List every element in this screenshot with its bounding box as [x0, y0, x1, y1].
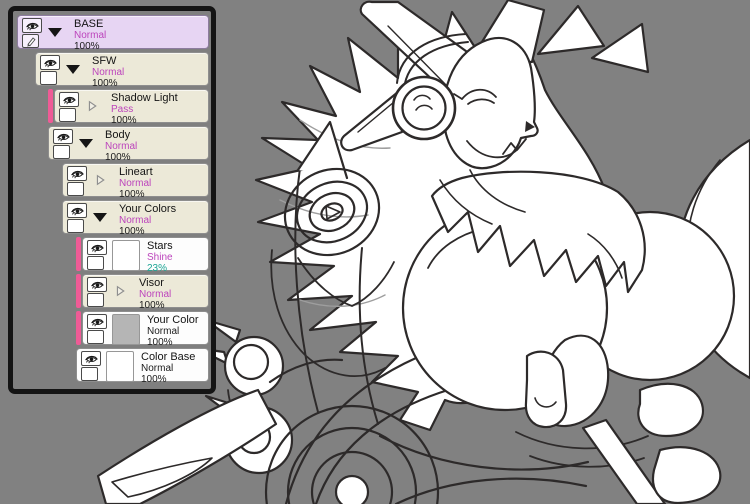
layer-thumbnail[interactable]	[112, 314, 140, 345]
mask-box[interactable]	[53, 145, 70, 159]
layer-blend-mode: Normal	[119, 215, 152, 226]
mask-box[interactable]	[67, 219, 84, 233]
mask-box[interactable]	[81, 367, 98, 381]
layer-blend-mode: Normal	[141, 363, 174, 374]
layer-row-base[interactable]: BASE Normal 100%	[17, 15, 211, 52]
mask-box[interactable]	[87, 330, 104, 344]
collapse-triangle-icon[interactable]	[83, 100, 101, 112]
collapse-triangle-icon[interactable]	[91, 174, 109, 186]
layer-opacity: 100%	[139, 300, 165, 311]
layer-name: Your Colors	[119, 203, 177, 215]
layer-name: Stars	[147, 240, 173, 252]
layer-opacity: 100%	[92, 78, 118, 89]
layer-row-your-colors[interactable]: Your Colors Normal 100%	[62, 200, 211, 237]
expand-triangle-icon[interactable]	[91, 212, 109, 222]
visibility-eye-icon[interactable]	[87, 240, 107, 255]
layer-row-shadow-light[interactable]: Shadow Light Pass 100%	[48, 89, 211, 126]
layer-thumbnail[interactable]	[112, 240, 140, 271]
layer-opacity: 100%	[141, 374, 167, 385]
layer-blend-mode: Normal	[147, 326, 180, 337]
visibility-eye-icon[interactable]	[40, 55, 60, 70]
layer-blend-mode: Normal	[92, 67, 125, 78]
layer-name: Visor	[139, 277, 164, 289]
layer-blend-mode: Normal	[105, 141, 138, 152]
accent-stripe	[76, 274, 81, 308]
layer-blend-mode: Normal	[74, 30, 107, 41]
layer-opacity: 100%	[74, 41, 100, 52]
layer-row-visor[interactable]: Visor Normal 100%	[76, 274, 211, 311]
collapse-triangle-icon[interactable]	[111, 285, 129, 297]
expand-triangle-icon[interactable]	[77, 138, 95, 148]
layer-blend-mode: Normal	[139, 289, 172, 300]
layers-panel: BASE Normal 100% SFW Normal 100% Shadow …	[8, 6, 216, 394]
visibility-eye-icon[interactable]	[87, 314, 107, 329]
accent-stripe	[76, 237, 81, 271]
layer-opacity: 100%	[111, 115, 137, 126]
layer-blend-mode: Shine	[147, 252, 173, 263]
layer-opacity: 100%	[147, 337, 173, 348]
visibility-eye-icon[interactable]	[59, 92, 79, 107]
visibility-eye-icon[interactable]	[67, 166, 87, 181]
layer-name: Lineart	[119, 166, 153, 178]
layer-row-sfw[interactable]: SFW Normal 100%	[35, 52, 211, 89]
mask-box[interactable]	[87, 256, 104, 270]
layer-blend-mode: Pass	[111, 104, 134, 115]
layer-opacity: 100%	[119, 189, 145, 200]
layer-opacity: 23%	[147, 263, 168, 274]
layer-name: Color Base	[141, 351, 196, 363]
accent-stripe	[48, 89, 53, 123]
accent-stripe	[76, 311, 81, 345]
layer-name: SFW	[92, 55, 117, 67]
layer-row-color-base[interactable]: Color Base Normal 100%	[76, 348, 211, 385]
layer-row-lineart[interactable]: Lineart Normal 100%	[62, 163, 211, 200]
mask-box[interactable]	[40, 71, 57, 85]
mask-box[interactable]	[87, 293, 104, 307]
layer-blend-mode: Normal	[119, 178, 152, 189]
layer-name: Your Color	[147, 314, 199, 326]
pencil-icon[interactable]	[22, 34, 39, 48]
visibility-eye-icon[interactable]	[22, 18, 42, 33]
expand-triangle-icon[interactable]	[64, 64, 82, 74]
mask-box[interactable]	[59, 108, 76, 122]
layer-opacity: 100%	[119, 226, 145, 237]
layer-row-your-color[interactable]: Your Color Normal 100%	[76, 311, 211, 348]
layer-row-body[interactable]: Body Normal 100%	[48, 126, 211, 163]
visibility-eye-icon[interactable]	[87, 277, 107, 292]
visibility-eye-icon[interactable]	[67, 203, 87, 218]
mask-box[interactable]	[67, 182, 84, 196]
layer-thumbnail[interactable]	[106, 351, 134, 382]
layer-name: Body	[105, 129, 131, 141]
visibility-eye-icon[interactable]	[53, 129, 73, 144]
expand-triangle-icon[interactable]	[46, 27, 64, 37]
layer-name: Shadow Light	[111, 92, 178, 104]
layer-row-stars[interactable]: Stars Shine 23%	[76, 237, 211, 274]
layer-name: BASE	[74, 18, 104, 30]
visibility-eye-icon[interactable]	[81, 351, 101, 366]
layer-opacity: 100%	[105, 152, 131, 163]
